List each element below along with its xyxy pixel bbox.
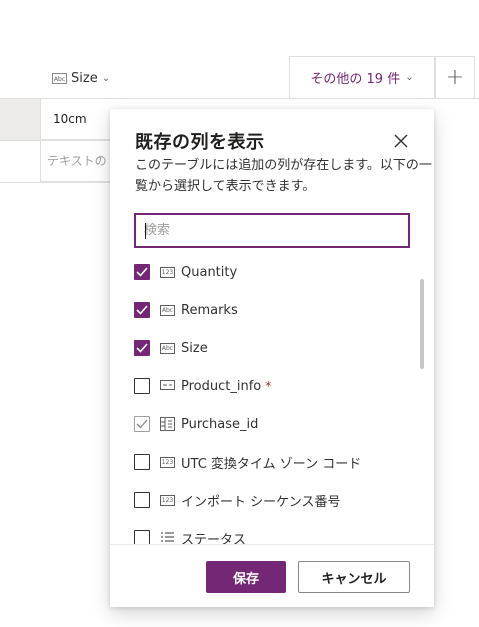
dialog-title: 既存の列を表示 — [135, 132, 265, 153]
checkbox-unchecked[interactable] — [134, 378, 150, 394]
text-type-icon: Abc — [160, 342, 175, 354]
number-type-icon: 123 — [160, 456, 175, 468]
column-item-label: インポート シーケンス番号 — [181, 494, 341, 510]
lookup-type-icon — [160, 379, 175, 393]
save-button[interactable]: 保存 — [206, 561, 286, 593]
checkmark-icon — [136, 305, 148, 315]
close-icon — [394, 134, 408, 148]
row-divider — [0, 182, 110, 183]
column-header-size[interactable]: Abc Size ⌄ — [52, 70, 110, 86]
table-cell-size-empty[interactable]: テキストの — [40, 141, 110, 182]
chevron-down-icon: ⌄ — [101, 72, 111, 84]
checkmark-icon — [136, 343, 148, 353]
scrollbar-thumb[interactable] — [420, 279, 424, 369]
chevron-down-icon: ⌄ — [405, 72, 414, 83]
text-type-icon: Abc — [52, 72, 67, 84]
number-type-icon: 123 — [160, 266, 175, 278]
text-caret — [145, 223, 146, 239]
column-item-import-sequence[interactable]: 123 インポート シーケンス番号 — [134, 490, 340, 510]
checkbox-checked[interactable] — [134, 302, 150, 318]
column-item-product-info[interactable]: Product_info * — [134, 376, 271, 396]
column-item-status[interactable]: ステータス — [134, 528, 246, 544]
column-item-label: ステータス — [181, 532, 247, 545]
column-item-quantity[interactable]: 123 Quantity — [134, 262, 237, 282]
choice-type-icon — [160, 531, 175, 544]
text-type-icon: Abc — [160, 304, 175, 316]
column-item-size[interactable]: Abc Size — [134, 338, 208, 358]
plus-icon: + — [445, 65, 465, 90]
checkbox-unchecked[interactable] — [134, 530, 150, 544]
checkbox-unchecked[interactable] — [134, 492, 150, 508]
column-list[interactable]: 123 Quantity Abc Remarks Abc Size Produc… — [110, 257, 434, 544]
column-item-utc-timezone[interactable]: 123 UTC 変換タイム ゾーン コード — [134, 452, 361, 472]
dialog-description: このテーブルには追加の列が存在します。以下の一覧から選択して表示できます。 — [135, 158, 432, 194]
column-item-purchase-id: Purchase_id — [134, 414, 258, 434]
column-item-label: Product_info — [181, 378, 262, 394]
checkbox-unchecked[interactable] — [134, 454, 150, 470]
checkbox-disabled-checked — [134, 416, 150, 432]
cancel-button[interactable]: キャンセル — [298, 561, 410, 593]
checkbox-checked[interactable] — [134, 264, 150, 280]
row-selector-cell[interactable] — [0, 99, 40, 140]
close-button[interactable] — [390, 130, 412, 152]
search-input[interactable] — [136, 215, 408, 246]
add-column-button[interactable]: + — [435, 56, 475, 98]
column-item-label: Quantity — [181, 264, 238, 280]
required-indicator: * — [265, 379, 272, 393]
checkmark-icon — [136, 267, 148, 277]
checkmark-icon — [136, 419, 148, 429]
checkbox-checked[interactable] — [134, 340, 150, 356]
more-columns-button[interactable]: その他の 19 件 ⌄ — [289, 56, 435, 98]
column-item-label: UTC 変換タイム ゾーン コード — [181, 456, 362, 472]
footer-divider — [110, 544, 434, 545]
search-field[interactable] — [134, 213, 410, 248]
show-existing-columns-dialog: 既存の列を表示 このテーブルには追加の列が存在します。以下の一覧から選択して表示… — [110, 109, 434, 607]
column-item-label: Remarks — [181, 302, 238, 318]
column-header-size-label: Size — [71, 70, 98, 86]
table-cell-size[interactable]: 10cm — [40, 99, 110, 140]
autonumber-type-icon — [160, 417, 175, 431]
column-item-label: Size — [181, 340, 208, 356]
column-item-label: Purchase_id — [181, 416, 259, 432]
number-type-icon: 123 — [160, 494, 175, 506]
more-columns-label: その他の 19 件 — [310, 72, 401, 87]
column-item-remarks[interactable]: Abc Remarks — [134, 300, 238, 320]
